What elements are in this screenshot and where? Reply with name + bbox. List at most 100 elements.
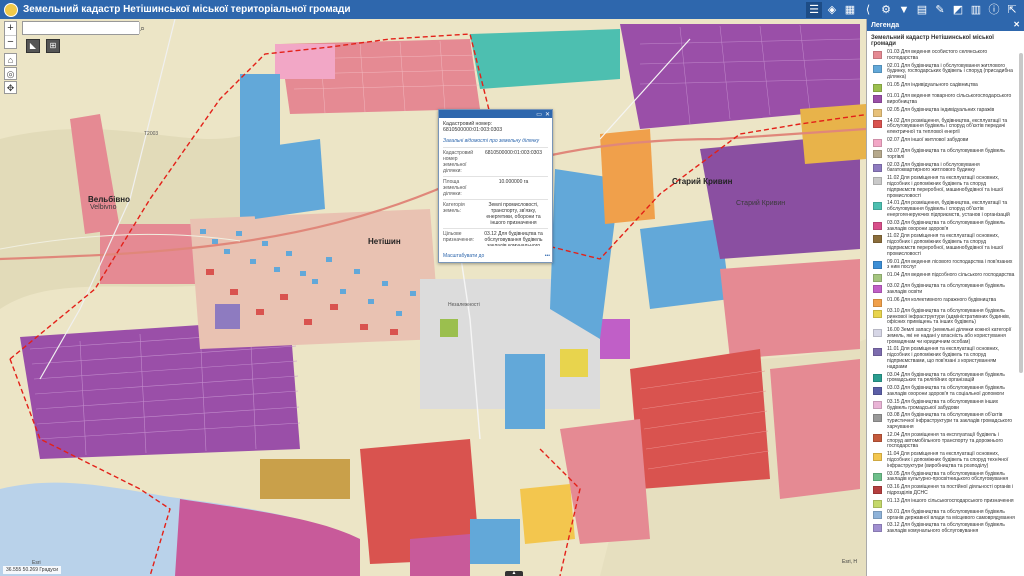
legend-item-label: 03.03 Для будівництва та обслуговування … <box>887 219 1005 232</box>
legend-item-label: 01.04 Для ведення підсобного сільського … <box>887 272 1015 279</box>
draw-icon[interactable]: ✎ <box>932 2 948 18</box>
legend-item-label: 11.02 Для розміщення та експлуатації осн… <box>887 175 1004 199</box>
legend-item: 11.04 Для розміщення та експлуатації осн… <box>867 451 1019 470</box>
legend-swatch <box>873 177 882 186</box>
legend-item: 03.02 Для будівництва та обслуговування … <box>867 283 1019 297</box>
grid-tool-icon[interactable]: ⊞ <box>46 39 60 53</box>
search-box: ⌕ <box>22 21 145 35</box>
legend-item: 03.01 Для будівництва та обслуговування … <box>867 509 1019 523</box>
popup-row: Кадастровий номер земельної ділянки: 681… <box>443 147 548 176</box>
close-icon[interactable]: ✕ <box>1013 19 1020 31</box>
place-label-velbivno: Вельбівно <box>88 195 131 204</box>
legend-item-label: 03.04 Для будівництва та обслуговування … <box>887 371 1005 384</box>
legend-item: 03.08 Для будівництва та обслуговування … <box>867 412 1019 431</box>
zoom-to-link[interactable]: Масштабувати до <box>443 253 484 259</box>
legend-item: 03.05 Для будівництва та обслуговування … <box>867 471 1019 485</box>
legend-list[interactable]: 01.03 Для ведення особистого селянського… <box>867 49 1019 576</box>
chart-icon[interactable]: ▥ <box>968 2 984 18</box>
navigation-icon[interactable]: ✥ <box>4 81 17 94</box>
legend-item-label: 01.06 Для колективного гаражного будівни… <box>887 296 997 303</box>
measure-icon[interactable]: ⚙ <box>878 2 894 18</box>
road-label: Незалежності <box>448 302 480 308</box>
legend-item-label: 01.05 Для індивідуального садівництва <box>887 81 978 88</box>
popup-row-value: 6810500000:01:003:0303 <box>484 150 542 156</box>
legend-item-label: 12.04 Для розміщення та експлуатації буд… <box>887 431 1003 450</box>
legend-item: 14.01 Для розміщення, будівництва, експл… <box>867 200 1019 219</box>
legend-item: 01.03 Для ведення особистого селянського… <box>867 49 1019 63</box>
list-icon[interactable]: ☰ <box>806 1 822 18</box>
share-icon[interactable]: ⟨ <box>860 2 876 18</box>
legend-item-label: 03.16 Для розміщення та постійної діяльн… <box>887 484 1014 497</box>
locate-icon[interactable]: ◎ <box>4 67 17 80</box>
close-icon[interactable]: ✕ <box>545 111 550 118</box>
map-view[interactable]: + − ⌂ ◎ ✥ ⌕ ◣ ⊞ Вельбівно Velbivno Нетіш… <box>0 19 866 576</box>
legend-swatch <box>873 285 882 294</box>
search-input[interactable] <box>23 22 139 34</box>
zoom-control: + − <box>4 21 17 49</box>
search-icon[interactable]: ⌕ <box>139 22 145 34</box>
layers-icon[interactable]: ◈ <box>824 2 840 18</box>
popup-footer: Масштабувати до ••• <box>443 253 550 259</box>
legend-item: 01.04 Для ведення підсобного сільського … <box>867 272 1019 283</box>
popup-row-key: Категорія земель: <box>443 202 465 214</box>
query-icon[interactable]: ◩ <box>950 2 966 18</box>
legend-item-label: 09.01 Для ведення лісового господарства … <box>887 258 1013 271</box>
filter-icon[interactable]: ▼ <box>896 2 912 18</box>
legend-item-label: 03.12 Для будівництва та обслуговування … <box>887 522 1005 535</box>
legend-item: 03.04 Для будівництва та обслуговування … <box>867 372 1019 386</box>
legend-swatch <box>873 260 882 269</box>
coat-of-arms-icon <box>4 2 18 17</box>
header-toolbar: ☰ ◈ ▦ ⟨ ⚙ ▼ ▤ ✎ ◩ ▥ ⓘ ⇱ <box>806 0 1020 19</box>
maximize-icon[interactable]: ▭ <box>536 111 542 118</box>
legend-item-label: 03.15 Для будівництва та обслуговування … <box>887 398 999 411</box>
legend-item-label: 03.02 Для будівництва та обслуговування … <box>887 283 1005 295</box>
legend-item: 01.01 Для ведення товарного сільськогосп… <box>867 93 1019 107</box>
print-icon[interactable]: ▤ <box>914 2 930 18</box>
legend-item: 01.05 Для індивідуального садівництва <box>867 82 1019 93</box>
zoom-in-button[interactable]: + <box>5 22 16 35</box>
legend-swatch <box>873 486 882 495</box>
legend-item: 09.01 Для ведення лісового господарства … <box>867 259 1019 273</box>
scrollbar-thumb[interactable] <box>1019 53 1023 373</box>
popup-row-value: 03.12 Для будівництва та обслуговування … <box>484 231 543 246</box>
legend-swatch <box>873 94 882 103</box>
legend-swatch <box>873 83 882 92</box>
place-label-staryi-kryvyn: Старий Кривин <box>672 177 733 186</box>
popup-row-key: Цільове призначення: <box>443 231 475 243</box>
legend-item: 03.03 Для будівництва та обслуговування … <box>867 385 1019 399</box>
legend-item-label: 03.10 Для будівництва та обслуговування … <box>887 307 1011 326</box>
legend-swatch <box>873 373 882 382</box>
legend-item: 11.02 Для розміщення та експлуатації осн… <box>867 175 1019 200</box>
legend-item: 16.00 Землі запасу (земельні ділянки кож… <box>867 327 1019 346</box>
legend-item: 02.03 Для будівництва і обслуговування б… <box>867 162 1019 176</box>
legend-swatch <box>873 524 882 533</box>
popup-title: Кадастровий номер: 6810500000:01:003:030… <box>443 121 503 133</box>
legend-item-label: 02.05 Для будівництва індивідуальних гар… <box>887 106 995 113</box>
legend-swatch <box>873 472 882 481</box>
legend-scrollbar[interactable] <box>1019 33 1023 576</box>
expand-icon[interactable]: ⇱ <box>1004 2 1020 18</box>
legend-swatch <box>873 453 882 462</box>
legend-panel: Легенда ✕ Земельний кадастр Нетішинської… <box>866 19 1024 576</box>
more-actions-button[interactable]: ••• <box>545 253 550 259</box>
legend-subtitle: Земельний кадастр Нетішинської міської г… <box>871 35 994 47</box>
legend-item: 01.06 Для колективного гаражного будівни… <box>867 297 1019 308</box>
legend-swatch <box>873 221 882 230</box>
info-icon[interactable]: ⓘ <box>986 2 1002 18</box>
legend-swatch <box>873 510 882 519</box>
map-canvas[interactable] <box>0 19 866 576</box>
legend-item-label: 03.01 Для будівництва та обслуговування … <box>887 508 1015 521</box>
legend-item-label: 01.03 Для ведення особистого селянського… <box>887 49 988 61</box>
popup-row-value: Землі промисловості, транспорту, зв'язку… <box>486 202 541 226</box>
select-tool-icon[interactable]: ◣ <box>26 39 40 53</box>
legend-item-label: 03.05 Для будівництва та обслуговування … <box>887 470 1009 483</box>
map-credits: Esri, H <box>842 559 857 565</box>
basemap-icon[interactable]: ▦ <box>842 2 858 18</box>
legend-swatch <box>873 163 882 172</box>
popup-row: Площа земельної ділянки: 10.000000 га <box>443 176 548 199</box>
legend-item: 02.07 Для іншої житлової забудови <box>867 137 1019 148</box>
home-icon[interactable]: ⌂ <box>4 53 17 66</box>
legend-item: 14.02 Для розміщення, будівництва, експл… <box>867 118 1019 137</box>
bottom-panel-handle[interactable]: ▲ <box>505 571 523 576</box>
zoom-out-button[interactable]: − <box>5 35 16 48</box>
